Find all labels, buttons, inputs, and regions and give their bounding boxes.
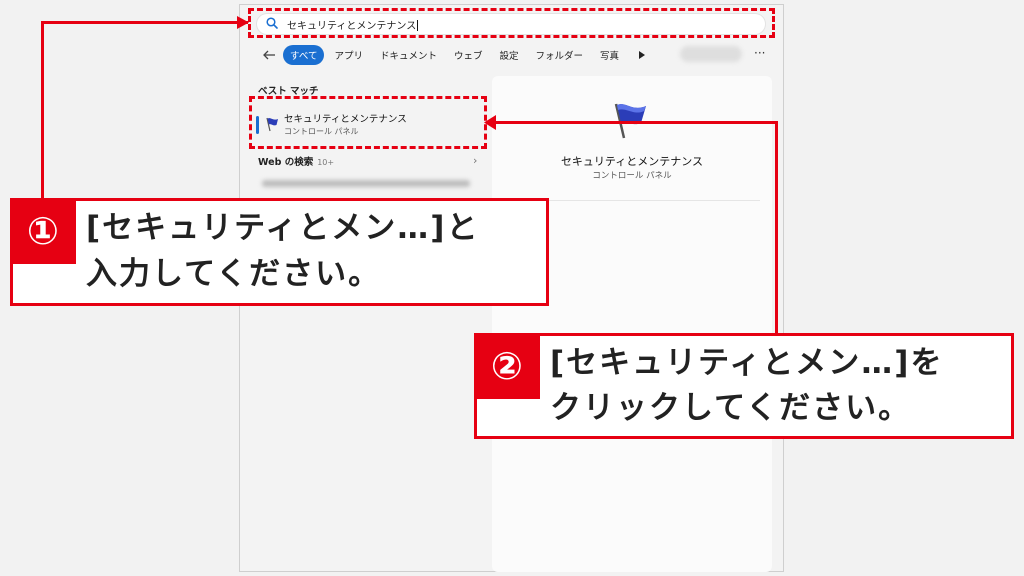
detail-panel: セキュリティとメンテナンス コントロール パネル bbox=[492, 76, 772, 572]
connector-line-1-vertical bbox=[41, 21, 44, 201]
step-number-1: ① bbox=[26, 209, 60, 253]
chevron-right-icon[interactable]: › bbox=[473, 154, 477, 167]
callout2-line2: クリックしてください。 bbox=[550, 390, 912, 426]
arrow-head-icon bbox=[237, 16, 249, 29]
web-search-heading[interactable]: Web の検索 10+ bbox=[258, 154, 334, 168]
more-options-icon[interactable]: ··· bbox=[754, 46, 765, 60]
tab-all[interactable]: すべて bbox=[283, 45, 325, 65]
account-pill[interactable] bbox=[680, 46, 742, 62]
divider bbox=[512, 200, 760, 201]
result-highlight-box bbox=[249, 96, 487, 149]
tab-folders[interactable]: フォルダー bbox=[529, 45, 591, 65]
tab-settings[interactable]: 設定 bbox=[493, 45, 526, 65]
detail-title: セキュリティとメンテナンス bbox=[560, 155, 704, 168]
connector-line-2-horizontal bbox=[487, 121, 778, 124]
web-search-label: Web の検索 bbox=[258, 157, 314, 168]
blurred-suggestion[interactable] bbox=[262, 180, 470, 187]
more-tabs-arrow-icon[interactable] bbox=[639, 51, 645, 59]
step-badge-1: ① bbox=[10, 198, 76, 264]
step-badge-2: ② bbox=[474, 333, 540, 399]
search-highlight-box bbox=[248, 8, 775, 38]
tab-apps[interactable]: アプリ bbox=[327, 45, 370, 65]
detail-subtitle: コントロール パネル bbox=[592, 171, 672, 181]
best-match-heading: ベスト マッチ bbox=[258, 86, 319, 97]
callout2-line1: [セキュリティとメン…]を bbox=[550, 345, 944, 381]
web-search-count: 10+ bbox=[317, 158, 335, 167]
tab-photos[interactable]: 写真 bbox=[593, 45, 626, 65]
callout1-line2: 入力してください。 bbox=[86, 256, 382, 292]
connector-line-1-horizontal bbox=[41, 21, 248, 24]
tab-web[interactable]: ウェブ bbox=[447, 45, 490, 65]
tab-documents[interactable]: ドキュメント bbox=[373, 45, 444, 65]
step-number-2: ② bbox=[490, 344, 524, 388]
arrow-head-icon bbox=[484, 115, 496, 130]
callout1-line1: [セキュリティとメン…]と bbox=[86, 210, 480, 246]
back-arrow-icon[interactable] bbox=[261, 47, 277, 63]
connector-line-2-vertical bbox=[775, 121, 778, 335]
filter-tabs: すべて アプリ ドキュメント ウェブ 設定 フォルダー 写真 bbox=[283, 45, 629, 65]
